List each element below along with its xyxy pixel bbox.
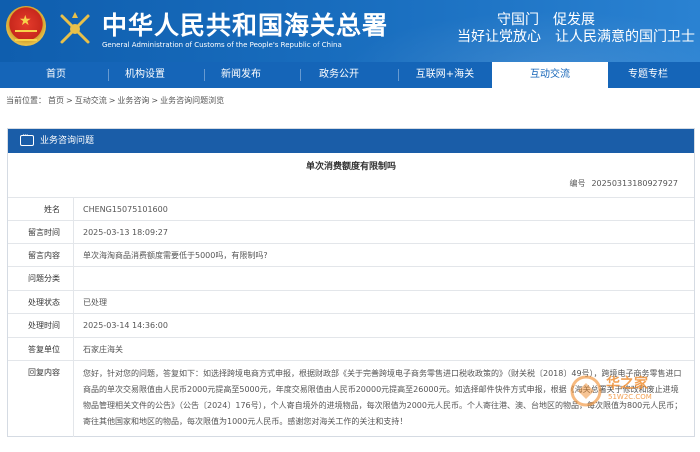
breadcrumb-separator: > — [151, 96, 159, 105]
table-row: 留言时间 2025-03-13 18:09:27 — [8, 220, 694, 244]
row-value: 2025-03-13 18:09:27 — [83, 228, 168, 237]
watermark-text: 华之家 — [606, 376, 648, 392]
row-value: 单次海淘商品消费额度需要低于5000吗，有限制吗? — [83, 251, 268, 260]
main-nav: 首页 机构设置 新闻发布 政务公开 互联网+海关 互动交流 专题专栏 — [0, 62, 700, 88]
nav-item-public-affairs[interactable]: 政务公开 — [300, 62, 378, 88]
breadcrumb-separator: > — [108, 96, 116, 105]
nav-item-home[interactable]: 首页 — [20, 62, 92, 88]
table-row: 答复单位 石家庄海关 — [8, 337, 694, 361]
panel-header: 业务咨询问题 — [8, 129, 694, 153]
row-label: 姓名 — [44, 205, 60, 214]
breadcrumb: 当前位置： 首页 > 互动交流 > 业务咨询 > 业务咨询问题浏览 — [6, 95, 226, 106]
number-value: 20250313180927927 — [591, 179, 678, 188]
breadcrumb-current: 业务咨询问题浏览 — [160, 96, 225, 105]
nav-item-news[interactable]: 新闻发布 — [204, 62, 278, 88]
row-value: 已处理 — [83, 298, 107, 307]
breadcrumb-prefix: 当前位置： — [6, 96, 46, 105]
watermark-subtext: 51W2C.COM — [608, 393, 652, 401]
question-number: 编号 20250313180927927 — [569, 178, 678, 189]
row-label: 处理时间 — [28, 321, 60, 330]
slogan-line2: 当好让党放心 让人民满意的国门卫士 — [457, 29, 695, 45]
breadcrumb-link-home[interactable]: 首页 — [48, 96, 64, 105]
row-label: 留言时间 — [28, 228, 60, 237]
number-label: 编号 — [569, 179, 586, 188]
table-row: 处理时间 2025-03-14 14:36:00 — [8, 313, 694, 338]
row-label: 问题分类 — [28, 274, 60, 283]
site-title[interactable]: 中华人民共和国海关总署 — [102, 6, 388, 42]
row-label: 留言内容 — [28, 251, 60, 260]
panel-header-label: 业务咨询问题 — [40, 136, 95, 146]
nav-item-organization[interactable]: 机构设置 — [108, 62, 182, 88]
question-title: 单次消费额度有限制吗 — [305, 162, 396, 172]
row-label: 答复单位 — [28, 345, 60, 354]
nav-item-interaction[interactable]: 互动交流 — [492, 62, 608, 88]
table-row: 姓名 CHENG15075101600 — [8, 197, 694, 221]
table-row: 问题分类 — [8, 266, 694, 291]
nav-item-special-topics[interactable]: 专题专栏 — [608, 62, 688, 88]
row-label: 处理状态 — [28, 298, 60, 307]
row-value: CHENG15075101600 — [83, 205, 168, 214]
message-icon — [20, 131, 34, 146]
table-row: 处理状态 已处理 — [8, 290, 694, 314]
breadcrumb-link-interaction[interactable]: 互动交流 — [75, 96, 107, 105]
breadcrumb-link-consult[interactable]: 业务咨询 — [117, 96, 149, 105]
national-emblem-icon: ★ — [6, 6, 46, 46]
site-title-en: General Administration of Customs of the… — [102, 41, 342, 49]
nav-item-internet-customs[interactable]: 互联网+海关 — [398, 62, 492, 88]
table-row: 留言内容 单次海淘商品消费额度需要低于5000吗，有限制吗? — [8, 243, 694, 267]
row-value: 石家庄海关 — [83, 345, 123, 354]
row-label: 回复内容 — [28, 368, 60, 377]
row-value: 2025-03-14 14:36:00 — [83, 321, 168, 330]
site-header: ★ 中华人民共和国海关总署 General Administration of … — [0, 0, 700, 62]
customs-logo-icon — [60, 12, 90, 44]
breadcrumb-separator: > — [66, 96, 73, 105]
